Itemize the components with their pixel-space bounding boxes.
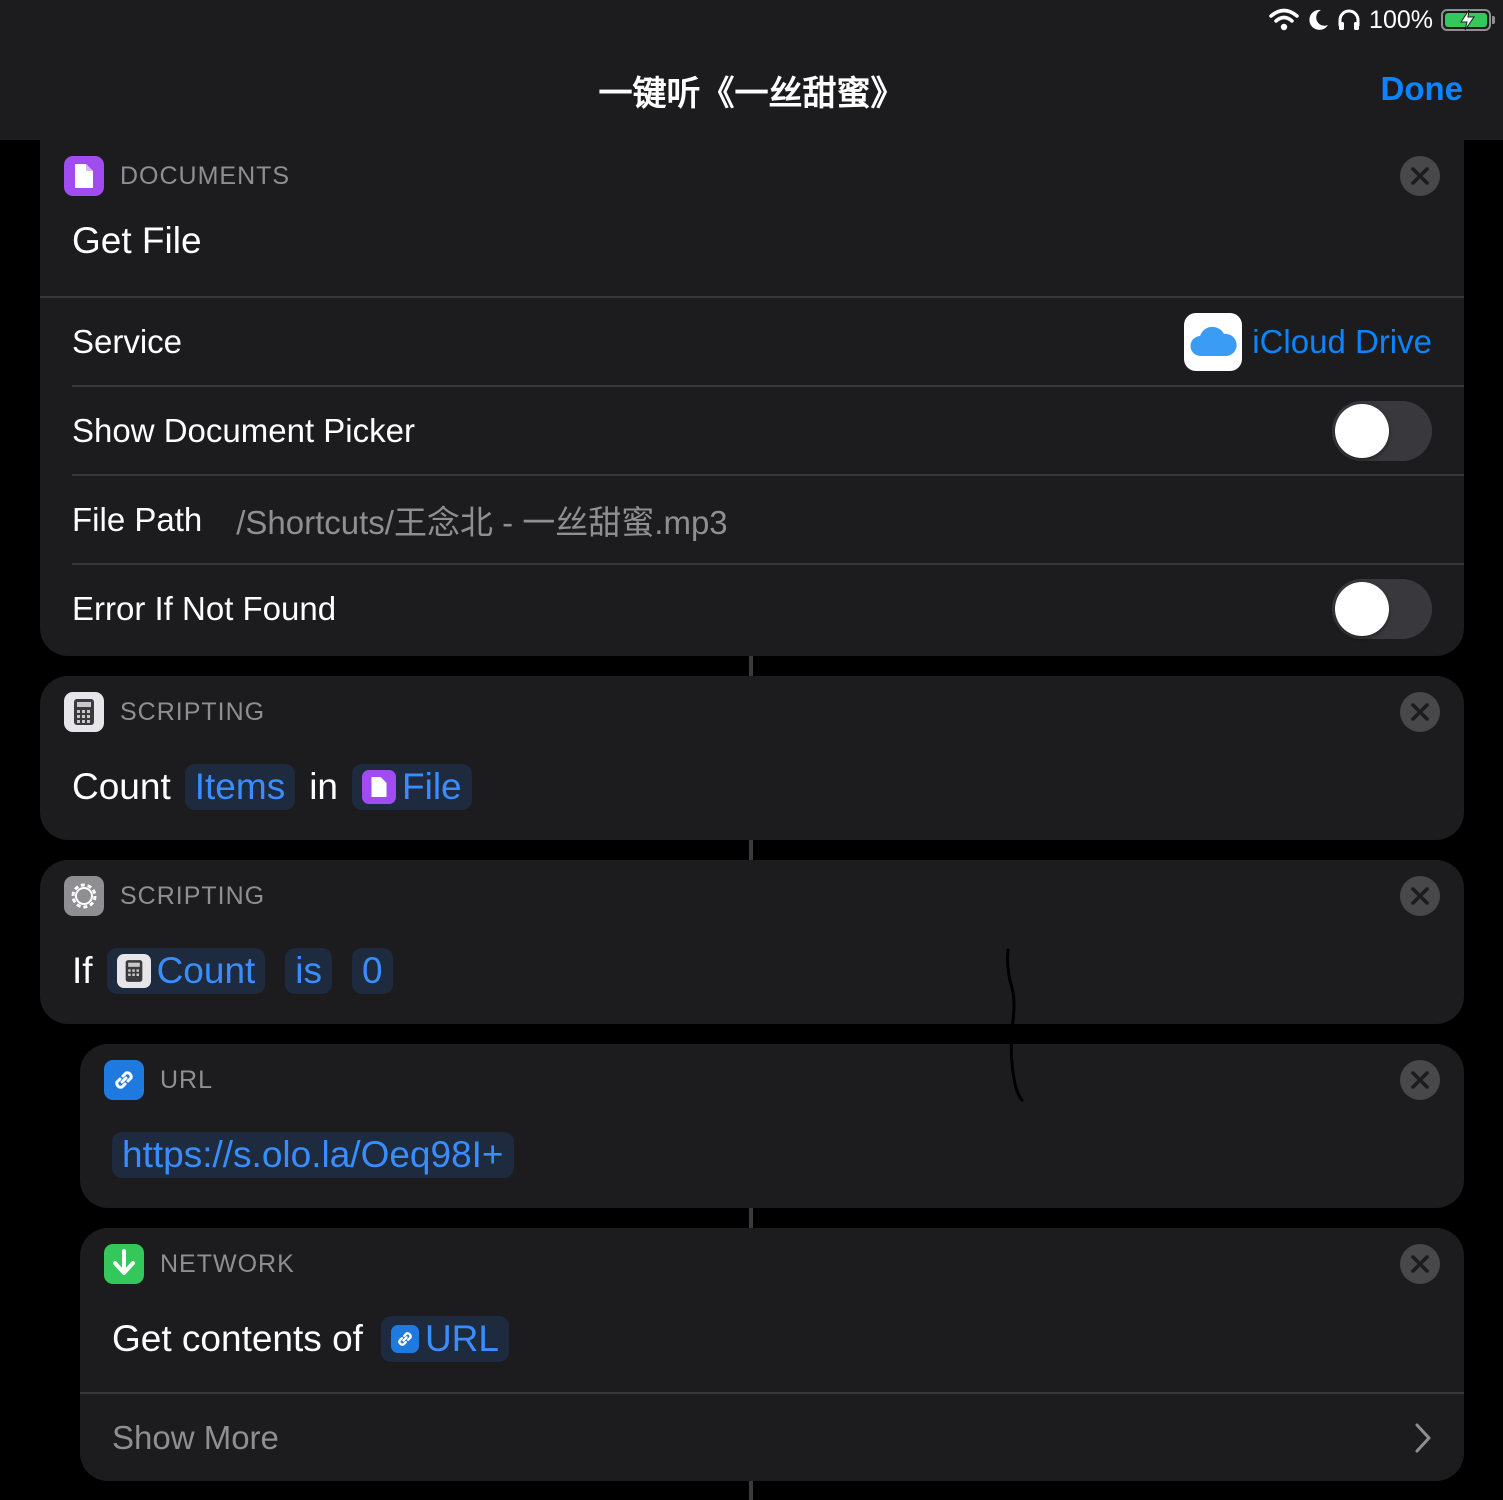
error-toggle[interactable] — [1332, 578, 1432, 639]
shortcut-editor: 100% 一键听《一丝甜蜜》 Done DOCUMENTS Get File S… — [0, 0, 1503, 1500]
done-button[interactable]: Done — [1381, 70, 1464, 108]
icloud-icon — [1184, 312, 1243, 371]
condition-token-label: is — [295, 950, 323, 991]
remove-action-button[interactable] — [1400, 876, 1440, 916]
action-category: NETWORK — [104, 1244, 295, 1284]
calculator-icon — [116, 954, 151, 988]
get-contents-sentence: Get contents of URL — [112, 1316, 515, 1362]
calculator-icon — [64, 692, 104, 732]
if-action[interactable]: SCRIPTING If Count is 0 — [40, 860, 1464, 1024]
condition-token[interactable]: is — [285, 948, 333, 994]
error-row: Error If Not Found — [72, 563, 1464, 652]
items-token[interactable]: Items — [184, 764, 296, 810]
file-path-field[interactable]: /Shortcuts/王念北 - 一丝甜蜜.mp3 — [236, 496, 727, 544]
flow-connector — [749, 1481, 753, 1500]
show-more-row[interactable]: Show More — [80, 1392, 1464, 1481]
link-icon — [104, 1060, 144, 1100]
url-token-label: URL — [424, 1318, 499, 1359]
action-title-text: Get File — [72, 220, 202, 261]
count-variable-token[interactable]: Count — [106, 948, 266, 994]
battery-percent: 100% — [1369, 5, 1433, 34]
show-picker-label: Show Document Picker — [72, 411, 415, 449]
shortcut-title: 一键听《一丝甜蜜》 — [598, 74, 905, 114]
url-field[interactable]: https://s.olo.la/Oeq98I+ — [112, 1132, 514, 1178]
action-category: SCRIPTING — [64, 692, 265, 732]
remove-action-button[interactable] — [1400, 156, 1440, 196]
error-label: Error If Not Found — [72, 589, 337, 627]
action-title: Get File — [72, 220, 202, 262]
url-field-line: https://s.olo.la/Oeq98I+ — [112, 1132, 520, 1178]
show-picker-row: Show Document Picker — [72, 385, 1464, 474]
remove-action-button[interactable] — [1400, 1060, 1440, 1100]
file-token-label: File — [402, 766, 462, 807]
status-bar: 100% — [1269, 4, 1495, 36]
chevron-right-icon — [1415, 1423, 1431, 1452]
action-category: URL — [104, 1060, 213, 1100]
document-icon — [362, 770, 397, 804]
flow-connector — [749, 1208, 753, 1228]
category-label: SCRIPTING — [120, 697, 266, 726]
flow-connector — [749, 840, 753, 860]
category-label: NETWORK — [160, 1249, 295, 1278]
action-text: Get contents of — [112, 1318, 363, 1359]
category-label: URL — [160, 1065, 214, 1094]
url-variable-token[interactable]: URL — [380, 1316, 509, 1362]
in-word: in — [309, 766, 339, 807]
service-value[interactable]: iCloud Drive — [1252, 323, 1432, 361]
gear-icon — [64, 876, 104, 916]
url-action[interactable]: URL https://s.olo.la/Oeq98I+ — [80, 1044, 1464, 1208]
value-token-label: 0 — [362, 950, 383, 991]
close-icon — [1411, 1255, 1429, 1273]
get-file-action[interactable]: DOCUMENTS Get File Service iCloud Drive … — [40, 126, 1464, 656]
remove-action-button[interactable] — [1400, 692, 1440, 732]
file-path-label: File Path — [72, 500, 203, 538]
category-label: SCRIPTING — [120, 881, 266, 910]
count-verb: Count — [72, 766, 171, 807]
count-sentence: Count Items in File — [72, 764, 478, 810]
action-category: DOCUMENTS — [64, 156, 290, 196]
close-icon — [1411, 703, 1429, 721]
url-text: https://s.olo.la/Oeq98I+ — [122, 1134, 504, 1175]
document-icon — [64, 156, 104, 196]
count-action[interactable]: SCRIPTING Count Items in File — [40, 676, 1464, 840]
get-contents-action[interactable]: NETWORK Get contents of URL Show More — [80, 1228, 1464, 1481]
remove-action-button[interactable] — [1400, 1244, 1440, 1284]
service-row[interactable]: Service iCloud Drive — [40, 296, 1464, 385]
battery-icon — [1441, 9, 1495, 31]
action-category: SCRIPTING — [64, 876, 265, 916]
category-label: DOCUMENTS — [120, 161, 291, 190]
show-more-label: Show More — [112, 1418, 279, 1456]
value-token[interactable]: 0 — [352, 948, 393, 994]
service-label: Service — [72, 322, 183, 360]
headphones-icon — [1338, 9, 1360, 30]
file-variable-token[interactable]: File — [352, 764, 472, 810]
count-token-label: Count — [156, 950, 256, 991]
close-icon — [1411, 887, 1429, 905]
if-sentence: If Count is 0 — [72, 948, 399, 994]
if-word: If — [72, 950, 93, 991]
show-picker-toggle[interactable] — [1332, 400, 1432, 461]
file-path-row: File Path /Shortcuts/王念北 - 一丝甜蜜.mp3 — [72, 474, 1464, 563]
close-icon — [1411, 1071, 1429, 1089]
wifi-icon — [1269, 8, 1299, 31]
items-token-label: Items — [194, 766, 286, 807]
navigation-bar: 100% 一键听《一丝甜蜜》 Done — [0, 0, 1503, 140]
link-icon — [390, 1325, 419, 1353]
close-icon — [1411, 167, 1429, 185]
flow-connector — [749, 656, 753, 676]
moon-icon — [1309, 9, 1329, 30]
download-icon — [104, 1244, 144, 1284]
